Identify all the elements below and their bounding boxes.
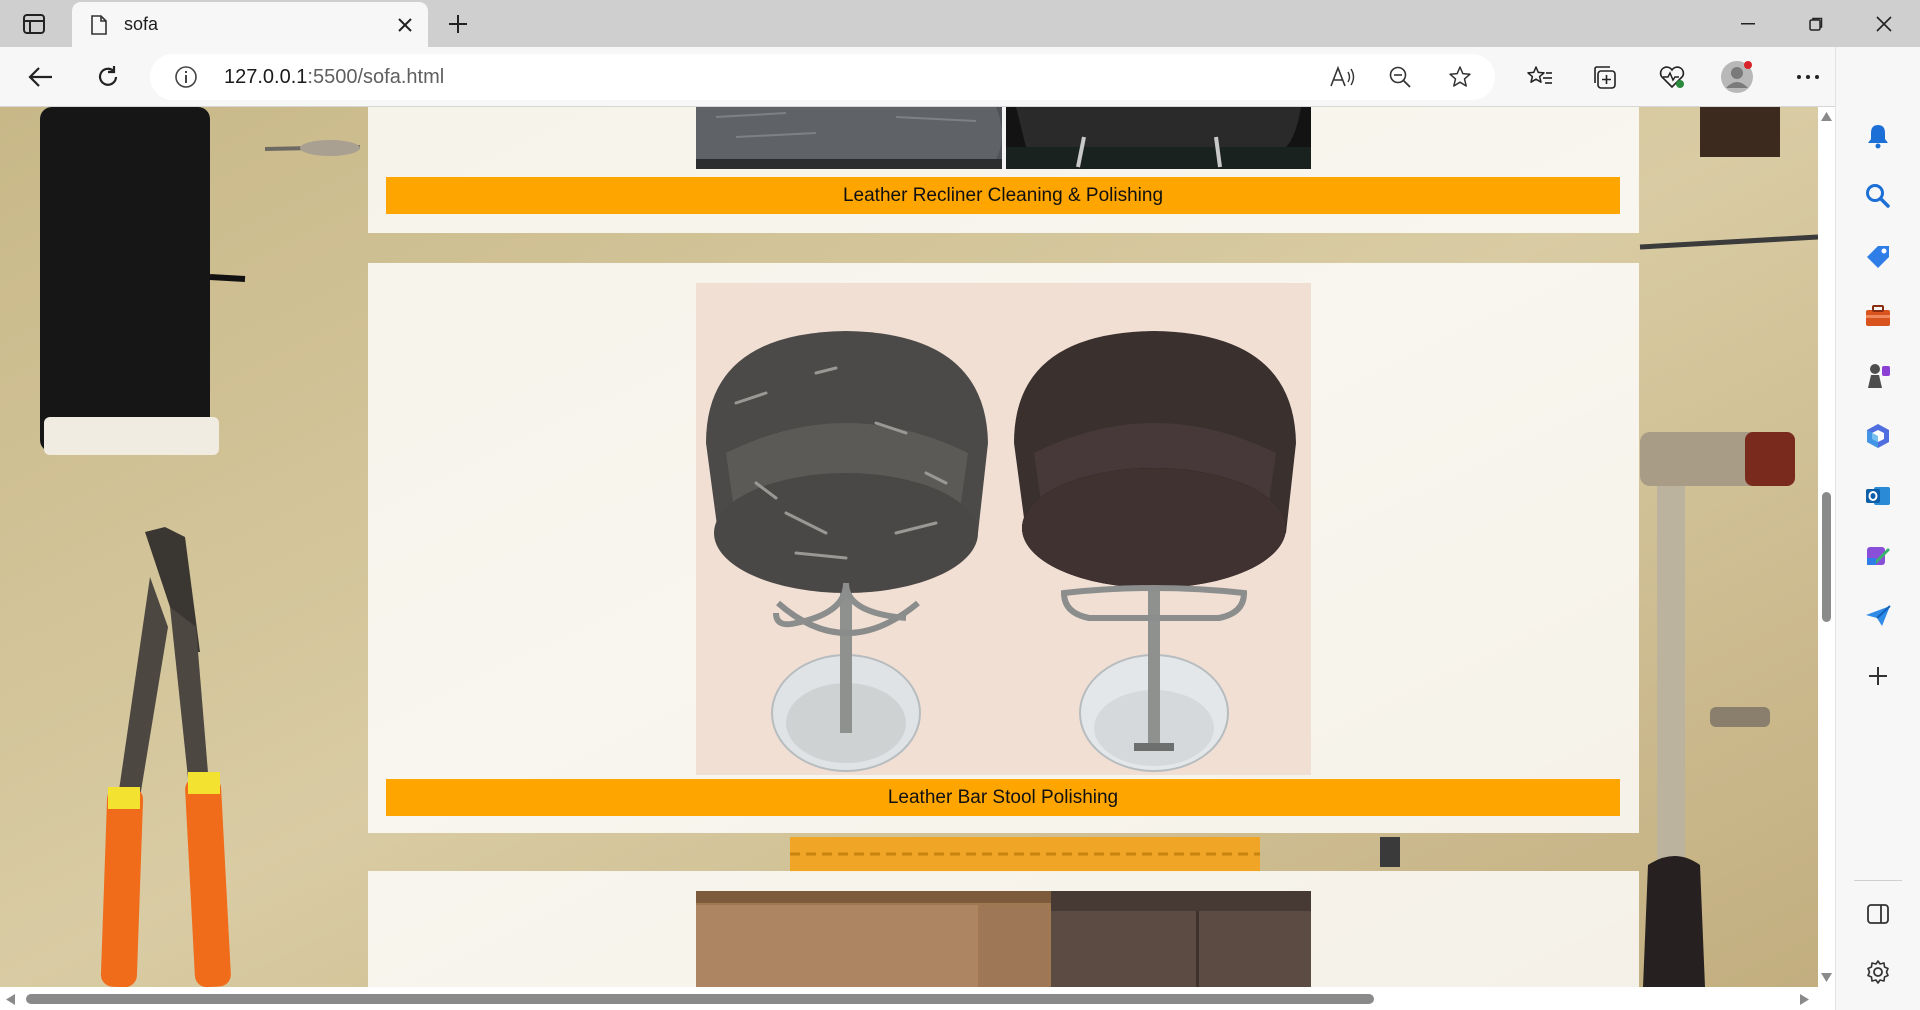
office-icon[interactable] [1861, 419, 1895, 453]
url-host: 127.0.0.1 [224, 66, 308, 88]
profile-avatar[interactable] [1718, 58, 1756, 96]
back-arrow-icon[interactable] [22, 58, 60, 96]
horizontal-scrollbar[interactable] [0, 987, 1818, 1010]
more-icon[interactable] [1789, 58, 1827, 96]
read-aloud-icon[interactable] [1327, 62, 1357, 92]
address-bar[interactable]: 127.0.0.1:5500/sofa.html [150, 54, 1495, 100]
sidebar-divider [1854, 880, 1902, 881]
settings-icon[interactable] [1861, 955, 1895, 989]
tab-actions-icon[interactable] [14, 10, 54, 38]
zoom-out-icon[interactable] [1385, 62, 1415, 92]
star-icon[interactable] [1445, 62, 1475, 92]
service-card-sofa [368, 871, 1639, 987]
split-icon[interactable] [1861, 897, 1895, 931]
toolbar: 127.0.0.1:5500/sofa.html [0, 47, 1920, 107]
edge-sidebar [1835, 47, 1920, 1010]
recliner-photo [696, 107, 1311, 169]
heart-pulse-icon[interactable] [1653, 58, 1691, 96]
plus-icon[interactable] [442, 8, 474, 40]
url-text: 127.0.0.1:5500/sofa.html [224, 66, 444, 89]
add-icon[interactable] [1861, 659, 1895, 693]
bell-icon[interactable] [1861, 119, 1895, 153]
service-caption: Leather Bar Stool Polishing [386, 779, 1620, 816]
vertical-scroll-thumb[interactable] [1822, 492, 1831, 622]
horizontal-scroll-thumb[interactable] [26, 994, 1374, 1004]
sofa-photo [696, 891, 1311, 987]
service-card-bar-stool: Leather Bar Stool Polishing [368, 263, 1639, 833]
briefcase-icon[interactable] [1861, 299, 1895, 333]
service-caption: Leather Recliner Cleaning & Polishing [386, 177, 1620, 214]
service-card-recliner: Leather Recliner Cleaning & Polishing [368, 107, 1639, 233]
minimize-icon[interactable] [1715, 0, 1781, 47]
search-icon[interactable] [1861, 179, 1895, 213]
window-close-icon[interactable] [1851, 0, 1917, 47]
close-icon[interactable] [392, 12, 418, 38]
scroll-right-icon[interactable] [1800, 994, 1809, 1005]
bar-stool-photo [696, 283, 1311, 775]
favorites-list-icon[interactable] [1521, 58, 1559, 96]
scroll-left-icon[interactable] [6, 994, 15, 1005]
restore-icon[interactable] [1783, 0, 1849, 47]
tab-title: sofa [124, 14, 159, 34]
designer-icon[interactable] [1861, 539, 1895, 573]
page-icon [88, 12, 110, 38]
tab-sofa[interactable]: sofa [72, 2, 428, 47]
tab-strip: sofa [0, 0, 1920, 47]
send-icon[interactable] [1861, 599, 1895, 633]
scroll-corner [1818, 987, 1835, 1010]
collections-icon[interactable] [1585, 58, 1623, 96]
url-path: :5500/sofa.html [307, 66, 445, 88]
reload-icon[interactable] [89, 58, 127, 96]
scroll-down-icon[interactable] [1821, 973, 1832, 982]
vertical-scrollbar[interactable] [1818, 107, 1835, 987]
tag-icon[interactable] [1861, 239, 1895, 273]
info-icon[interactable] [174, 65, 198, 89]
page-viewport: Leather Recliner Cleaning & Polishing Le… [0, 107, 1818, 987]
scroll-up-icon[interactable] [1821, 112, 1832, 121]
outlook-icon[interactable] [1861, 479, 1895, 513]
games-icon[interactable] [1861, 359, 1895, 393]
